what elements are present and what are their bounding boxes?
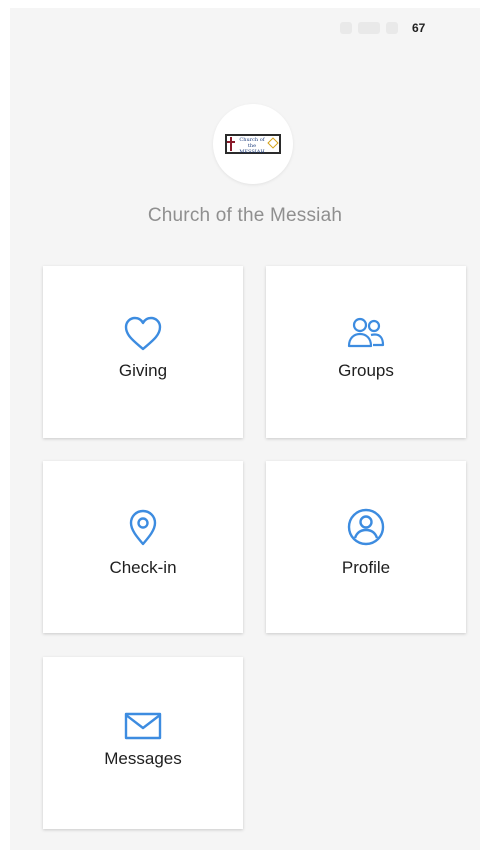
church-logo: Church of the MESSIAH	[213, 104, 293, 184]
giving-tile[interactable]: Giving	[43, 266, 243, 438]
cross-icon	[230, 137, 232, 151]
alarm-icon	[340, 22, 352, 34]
check-in-label: Check-in	[109, 558, 177, 577]
status-bar: 67	[10, 8, 480, 48]
envelope-icon	[124, 712, 162, 740]
groups-label: Groups	[338, 361, 394, 380]
groups-tile[interactable]: Groups	[266, 266, 466, 438]
app-screen: 67 Church of the MESSIAH Church of the M…	[10, 8, 480, 850]
messages-tile[interactable]: Messages	[43, 657, 243, 829]
wifi-icon	[386, 22, 398, 34]
dove-icon	[267, 137, 279, 149]
logo-image: Church of the MESSIAH	[225, 134, 281, 155]
battery-level: 67	[412, 21, 426, 35]
signal-icon	[358, 22, 380, 34]
heart-icon	[124, 316, 162, 351]
user-circle-icon	[347, 508, 385, 546]
profile-label: Profile	[341, 558, 391, 577]
groups-icon	[347, 317, 385, 348]
status-icons: 67	[340, 20, 425, 36]
organization-name: Church of the Messiah	[147, 205, 343, 226]
profile-tile[interactable]: Profile	[266, 461, 466, 633]
giving-label: Giving	[118, 361, 168, 380]
logo-text: Church of the MESSIAH	[239, 137, 265, 155]
cross-bar	[227, 141, 235, 143]
location-pin-icon	[129, 509, 157, 546]
check-in-tile[interactable]: Check-in	[43, 461, 243, 633]
messages-label: Messages	[104, 749, 182, 768]
